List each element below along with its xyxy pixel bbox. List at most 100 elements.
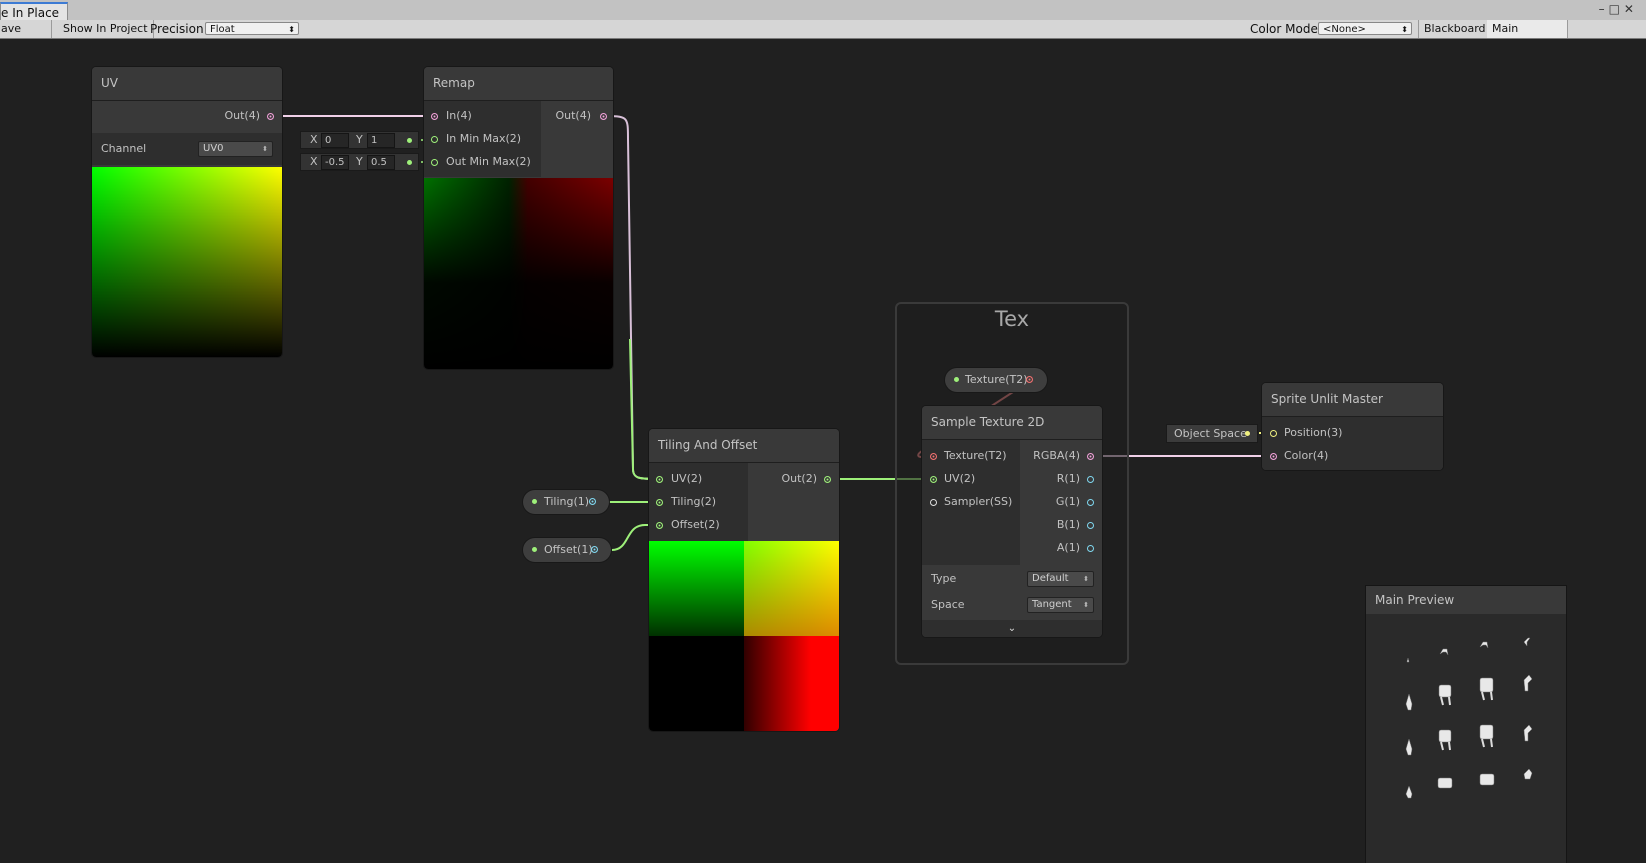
remap-outputs: Out(4) [541, 101, 613, 177]
master-position-label: Position(3) [1284, 426, 1343, 439]
in-y-field[interactable]: 1 [367, 133, 395, 148]
main-preview-render [1405, 637, 1533, 799]
sample-sampler-port-icon[interactable] [930, 499, 937, 506]
texture-property-port-icon[interactable] [1026, 376, 1033, 383]
uv-node-title: UV [92, 67, 282, 101]
tiling-property-label: Tiling(1) [544, 495, 590, 508]
sample-texture-2d-node[interactable]: Sample Texture 2D Texture(T2) UV(2) Samp… [922, 406, 1102, 637]
sample-texture-port-icon[interactable] [930, 453, 937, 460]
uv-node-outputs: Out(4) [92, 101, 282, 131]
tiling-out-port-icon[interactable] [824, 476, 831, 483]
out-min-max-connector-icon [407, 160, 412, 165]
remap-out-label: Out(4) [555, 109, 591, 122]
remap-inputs: In(4) In Min Max(2) Out Min Max(2) [424, 101, 541, 177]
tiling-tiling-port-icon[interactable] [656, 499, 663, 506]
precision-value: Float [210, 24, 235, 35]
object-space-field[interactable]: Object Space [1166, 424, 1258, 443]
sample-rgba-label: RGBA(4) [1033, 449, 1080, 462]
tiling-uv-label: UV(2) [671, 472, 703, 485]
channel-dropdown[interactable]: UV0 ⬍ [198, 141, 273, 157]
tiling-outputs: Out(2) [748, 463, 839, 541]
property-exposed-icon [532, 547, 537, 552]
remap-in-min-max-label: In Min Max(2) [446, 132, 522, 145]
sample-uv-port-icon[interactable] [930, 476, 937, 483]
channel-value: UV0 [203, 143, 224, 154]
uv-node[interactable]: UV Out(4) Channel UV0 ⬍ [92, 67, 282, 357]
graph-canvas[interactable]: UV Out(4) Channel UV0 ⬍ Remap In(4) In Mi… [0, 39, 1646, 863]
dropdown-arrow-icon: ⬍ [1083, 601, 1089, 609]
uv-node-controls: Channel UV0 ⬍ [92, 133, 282, 165]
remap-out-port-icon[interactable] [600, 113, 607, 120]
sample-node-title: Sample Texture 2D [922, 406, 1102, 440]
main-preview-button[interactable]: Main Preview [1487, 20, 1568, 53]
tiling-and-offset-node[interactable]: Tiling And Offset UV(2) Tiling(2) Offset… [649, 429, 839, 731]
tiling-offset-port-icon[interactable] [656, 522, 663, 529]
tiling-offset-label: Offset(2) [671, 518, 720, 531]
in-x-field[interactable]: 0 [321, 133, 349, 148]
space-dropdown[interactable]: Tangent ⬍ [1027, 597, 1094, 613]
dropdown-arrow-icon: ⬍ [1083, 575, 1089, 583]
offset-property-node[interactable]: Offset(1) [523, 538, 611, 562]
sprite-unlit-master-node[interactable]: Sprite Unlit Master Position(3) Color(4) [1262, 383, 1443, 470]
texture-property-node[interactable]: Texture(T2) [945, 368, 1047, 392]
out-x-field[interactable]: -0.5 [321, 155, 349, 170]
tiling-property-port-icon[interactable] [589, 498, 596, 505]
tiling-uv-port-icon[interactable] [656, 476, 663, 483]
sample-g-port-icon[interactable] [1087, 499, 1094, 506]
in-min-max-fields: X 0 Y 1 [300, 131, 419, 149]
sample-a-port-icon[interactable] [1087, 545, 1094, 552]
dropdown-arrow-icon: ⬍ [262, 145, 268, 153]
offset-property-label: Offset(1) [544, 543, 593, 556]
color-mode-label: Color Mode [1250, 22, 1318, 36]
tex-group-title: Tex [994, 307, 1030, 331]
sample-r-label: R(1) [1056, 472, 1080, 485]
tiling-preview [649, 541, 839, 731]
in-min-max-connector-icon [407, 138, 412, 143]
toolbar: ave Asset Show In Project Precision Floa… [0, 20, 1646, 53]
sample-r-port-icon[interactable] [1087, 476, 1094, 483]
precision-dropdown[interactable]: Float ⬍ [205, 22, 299, 35]
offset-property-port-icon[interactable] [591, 546, 598, 553]
sample-texture-label: Texture(T2) [944, 449, 1007, 462]
in-y-label: Y [356, 133, 363, 146]
sample-rgba-port-icon[interactable] [1087, 453, 1094, 460]
dropdown-arrow-icon: ⬍ [1401, 25, 1408, 34]
space-value: Tangent [1032, 599, 1072, 610]
sample-expand-bar[interactable]: ⌄ [922, 620, 1102, 637]
window-titlebar: e In Place –□✕ [0, 0, 1646, 22]
tiling-property-node[interactable]: Tiling(1) [523, 490, 609, 514]
tiling-inputs: UV(2) Tiling(2) Offset(2) [649, 463, 748, 541]
color-mode-value: <None> [1323, 24, 1366, 35]
master-position-port-icon[interactable] [1270, 430, 1277, 437]
remap-in-label: In(4) [446, 109, 472, 122]
type-value: Default [1032, 573, 1069, 584]
uv-out-port-icon[interactable] [267, 113, 274, 120]
window-controls[interactable]: –□✕ [1599, 2, 1638, 16]
remap-out-min-max-port-icon[interactable] [431, 159, 438, 166]
sample-b-label: B(1) [1056, 518, 1080, 531]
type-dropdown[interactable]: Default ⬍ [1027, 571, 1094, 587]
out-min-max-fields: X -0.5 Y 0.5 [300, 153, 419, 171]
show-in-project-button[interactable]: Show In Project [58, 20, 154, 38]
remap-in-port-icon[interactable] [431, 113, 438, 120]
main-preview-panel[interactable]: Main Preview [1366, 586, 1566, 863]
property-exposed-icon [532, 499, 537, 504]
blackboard-button[interactable]: Blackboard [1418, 20, 1492, 38]
save-asset-button[interactable]: ave Asset [0, 20, 52, 53]
sample-settings: Type Default ⬍ Space Tangent ⬍ [922, 566, 1102, 618]
out-y-field[interactable]: 0.5 [367, 155, 395, 170]
master-inputs: Position(3) Color(4) [1262, 417, 1443, 470]
out-x-label: X [310, 155, 318, 168]
sample-b-port-icon[interactable] [1087, 522, 1094, 529]
remap-preview [424, 178, 613, 369]
uv-preview [92, 167, 282, 357]
sample-sampler-label: Sampler(SS) [944, 495, 1013, 508]
object-space-label: Object Space [1174, 427, 1247, 440]
master-color-port-icon[interactable] [1270, 453, 1277, 460]
remap-node[interactable]: Remap In(4) In Min Max(2) Out Min Max(2)… [424, 67, 613, 369]
window-tab[interactable]: e In Place [0, 2, 69, 22]
remap-in-min-max-port-icon[interactable] [431, 136, 438, 143]
space-label: Space [931, 598, 965, 611]
chevron-down-icon[interactable]: ⌄ [1008, 623, 1016, 634]
color-mode-dropdown[interactable]: <None> ⬍ [1318, 22, 1412, 35]
